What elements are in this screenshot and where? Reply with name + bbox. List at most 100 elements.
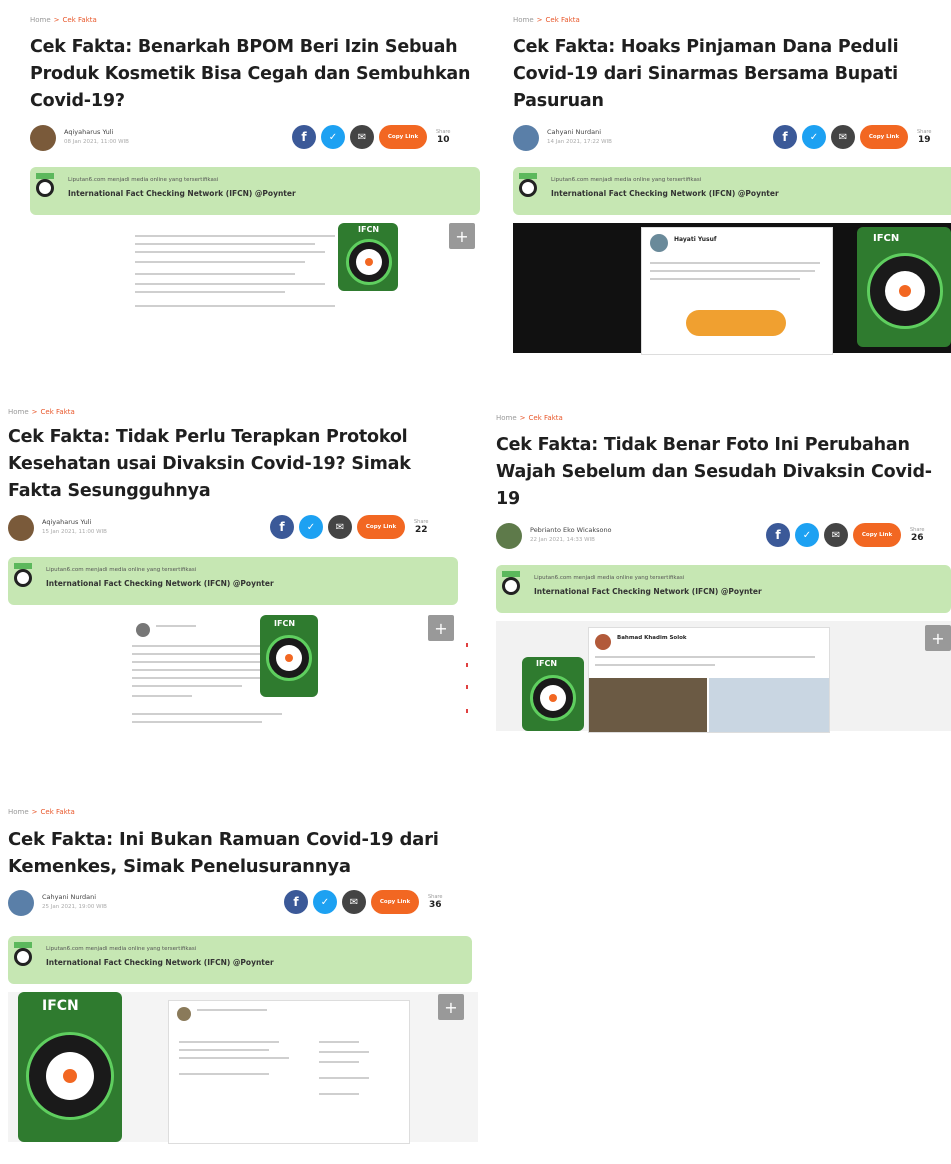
- email-share-icon[interactable]: ✉: [328, 515, 352, 539]
- email-share-icon[interactable]: ✉: [824, 523, 848, 547]
- email-share-icon[interactable]: ✉: [831, 125, 855, 149]
- publish-date: 15 Jan 2021, 11:00 WIB: [42, 529, 107, 535]
- facebook-share-icon[interactable]: f: [292, 125, 316, 149]
- article-image: IFCN +: [8, 613, 468, 733]
- article-meta: Cahyani Nurdani 14 Jan 2021, 17:22 WIB f…: [513, 125, 951, 157]
- ifcn-line-1: Liputan6.com menjadi media online yang t…: [551, 177, 702, 183]
- avatar: [496, 523, 522, 549]
- article-meta: Aqiyaharus Yuli 15 Jan 2021, 11:00 WIB f…: [8, 515, 468, 547]
- expand-plus-icon[interactable]: +: [449, 223, 475, 249]
- ifcn-line-1: Liputan6.com menjadi media online yang t…: [68, 177, 219, 183]
- ifcn-seal-icon: IFCN: [522, 657, 584, 731]
- copy-link-button[interactable]: Copy Link: [357, 515, 405, 539]
- article-image: Bahmad Khadim Solok IFCN +: [496, 621, 951, 733]
- article-title: Cek Fakta: Tidak Perlu Terapkan Protokol…: [8, 427, 411, 501]
- article-title: Cek Fakta: Hoaks Pinjaman Dana Peduli Co…: [513, 37, 899, 111]
- avatar: [8, 515, 34, 541]
- expand-plus-icon[interactable]: +: [925, 625, 951, 651]
- ifcn-badge-icon: [14, 569, 32, 587]
- breadcrumb: Home > Cek Fakta: [496, 414, 563, 422]
- share-bar: f ✓ ✉ Copy Link Share 22: [270, 515, 428, 539]
- ifcn-line-1: Liputan6.com menjadi media online yang t…: [534, 575, 685, 581]
- publish-date: 22 Jan 2021, 14:33 WIB: [530, 537, 595, 543]
- ifcn-line-2: International Fact Checking Network (IFC…: [68, 189, 296, 198]
- article-card-2: Home > Cek Fakta Cek Fakta: Hoaks Pinjaman…: [513, 14, 951, 362]
- copy-link-button[interactable]: Copy Link: [371, 890, 419, 914]
- ifcn-banner[interactable]: Liputan6.com menjadi media online yang t…: [8, 557, 458, 605]
- avatar: [513, 125, 539, 151]
- email-share-icon[interactable]: ✉: [342, 890, 366, 914]
- breadcrumb-home[interactable]: Home: [8, 408, 29, 416]
- ifcn-line-1: Liputan6.com menjadi media online yang t…: [46, 946, 197, 952]
- facebook-share-icon[interactable]: f: [270, 515, 294, 539]
- twitter-share-icon[interactable]: ✓: [299, 515, 323, 539]
- author-name[interactable]: Pebrianto Eko Wicaksono: [530, 526, 612, 534]
- article-card-1: Home > Cek Fakta Cek Fakta: Benarkah BPOM …: [30, 14, 480, 369]
- twitter-share-icon[interactable]: ✓: [802, 125, 826, 149]
- breadcrumb-category[interactable]: Cek Fakta: [63, 16, 97, 24]
- twitter-share-icon[interactable]: ✓: [321, 125, 345, 149]
- ifcn-seal-icon: IFCN: [18, 992, 122, 1142]
- ifcn-banner[interactable]: Liputan6.com menjadi media online yang t…: [30, 167, 480, 215]
- breadcrumb-home[interactable]: Home: [8, 808, 29, 816]
- facebook-post-screenshot: Bahmad Khadim Solok: [588, 627, 830, 733]
- share-bar: f ✓ ✉ Copy Link Share 36: [284, 890, 442, 914]
- article-image: Hayati Yusuf IFCN: [513, 223, 951, 355]
- ifcn-seal-icon: IFCN: [338, 223, 398, 291]
- facebook-share-icon[interactable]: f: [766, 523, 790, 547]
- copy-link-button[interactable]: Copy Link: [379, 125, 427, 149]
- ifcn-banner[interactable]: Liputan6.com menjadi media online yang t…: [496, 565, 951, 613]
- author-name[interactable]: Cahyani Nurdani: [547, 128, 601, 136]
- article-meta: Cahyani Nurdani 25 Jan 2021, 19:00 WIB f…: [8, 890, 478, 922]
- article-title: Cek Fakta: Benarkah BPOM Beri Izin Sebua…: [30, 37, 471, 111]
- avatar: [30, 125, 56, 151]
- copy-link-button[interactable]: Copy Link: [853, 523, 901, 547]
- ifcn-banner[interactable]: Liputan6.com menjadi media online yang t…: [8, 936, 472, 984]
- expand-plus-icon[interactable]: +: [428, 615, 454, 641]
- author-name[interactable]: Aqiyaharus Yuli: [64, 128, 113, 136]
- article-card-5: Home > Cek Fakta Cek Fakta: Ini Bukan Ramu…: [8, 806, 478, 1164]
- publish-date: 25 Jan 2021, 19:00 WIB: [42, 904, 107, 910]
- breadcrumb-home[interactable]: Home: [496, 414, 517, 422]
- ifcn-line-2: International Fact Checking Network (IFC…: [534, 587, 762, 596]
- share-count: Share 26: [910, 527, 925, 543]
- avatar: [8, 890, 34, 916]
- author-name[interactable]: Cahyani Nurdani: [42, 893, 96, 901]
- copy-link-button[interactable]: Copy Link: [860, 125, 908, 149]
- expand-plus-icon[interactable]: +: [438, 994, 464, 1020]
- share-count: Share 10: [436, 129, 451, 145]
- breadcrumb-category[interactable]: Cek Fakta: [529, 414, 563, 422]
- ifcn-seal-icon: IFCN: [260, 615, 318, 697]
- ifcn-line-1: Liputan6.com menjadi media online yang t…: [46, 567, 197, 573]
- ifcn-badge-icon: [36, 179, 54, 197]
- article-card-3: Home > Cek Fakta Cek Fakta: Tidak Perlu Te…: [8, 406, 468, 751]
- share-count: Share 22: [414, 519, 429, 535]
- share-bar: f ✓ ✉ Copy Link Share 26: [766, 523, 924, 547]
- breadcrumb-category[interactable]: Cek Fakta: [41, 808, 75, 816]
- breadcrumb-category[interactable]: Cek Fakta: [41, 408, 75, 416]
- ifcn-badge-icon: [519, 179, 537, 197]
- breadcrumb-home[interactable]: Home: [30, 16, 51, 24]
- article-title: Cek Fakta: Tidak Benar Foto Ini Perubaha…: [496, 435, 932, 509]
- twitter-share-icon[interactable]: ✓: [795, 523, 819, 547]
- facebook-share-icon[interactable]: f: [284, 890, 308, 914]
- facebook-share-icon[interactable]: f: [773, 125, 797, 149]
- ifcn-line-2: International Fact Checking Network (IFC…: [46, 958, 274, 967]
- ifcn-line-2: International Fact Checking Network (IFC…: [551, 189, 779, 198]
- publish-date: 08 Jan 2021, 11:00 WIB: [64, 139, 129, 145]
- twitter-share-icon[interactable]: ✓: [313, 890, 337, 914]
- share-bar: f ✓ ✉ Copy Link Share 19: [773, 125, 931, 149]
- author-name[interactable]: Aqiyaharus Yuli: [42, 518, 91, 526]
- breadcrumb-category[interactable]: Cek Fakta: [546, 16, 580, 24]
- ifcn-badge-icon: [502, 577, 520, 595]
- breadcrumb: Home > Cek Fakta: [30, 16, 97, 24]
- breadcrumb: Home > Cek Fakta: [8, 408, 75, 416]
- email-share-icon[interactable]: ✉: [350, 125, 374, 149]
- breadcrumb-home[interactable]: Home: [513, 16, 534, 24]
- article-image: IFCN +: [30, 223, 480, 333]
- publish-date: 14 Jan 2021, 17:22 WIB: [547, 139, 612, 145]
- breadcrumb: Home > Cek Fakta: [8, 808, 75, 816]
- share-count: Share 19: [917, 129, 932, 145]
- ifcn-seal-icon: IFCN: [857, 227, 951, 347]
- ifcn-banner[interactable]: Liputan6.com menjadi media online yang t…: [513, 167, 951, 215]
